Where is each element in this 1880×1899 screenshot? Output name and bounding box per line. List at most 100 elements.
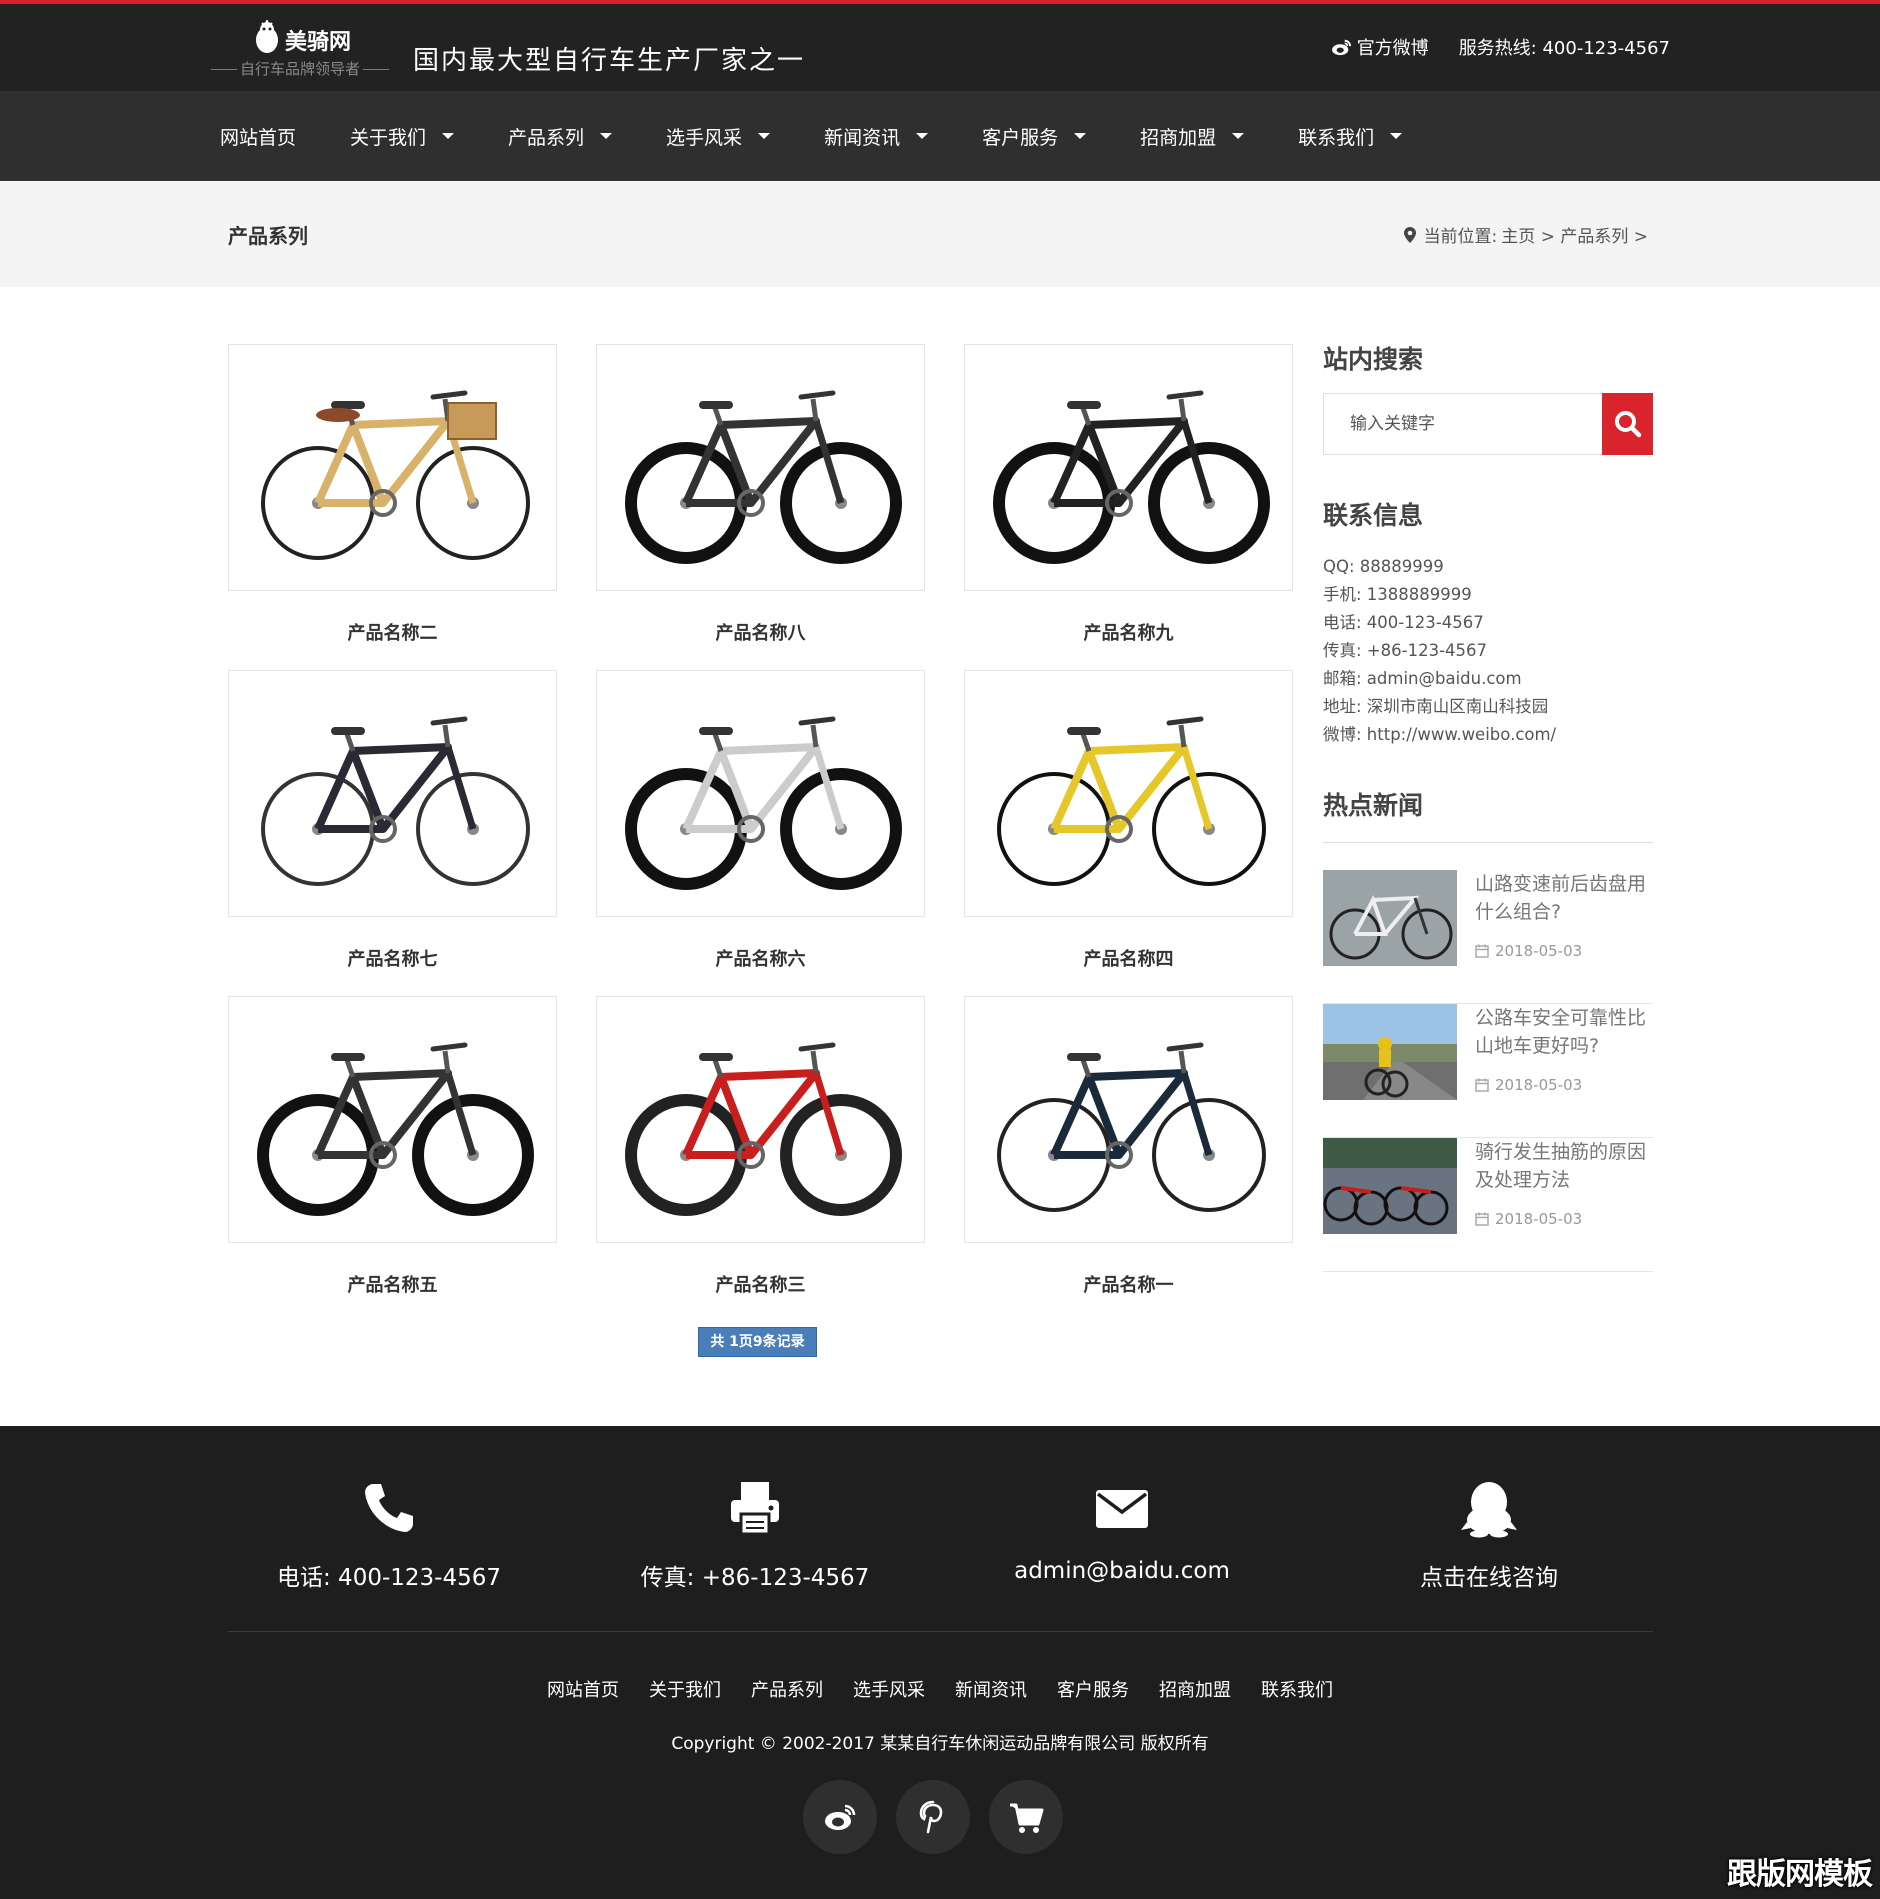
caret-down-icon bbox=[758, 133, 771, 139]
search-input[interactable] bbox=[1324, 394, 1604, 454]
footer-nav-link[interactable]: 产品系列 bbox=[751, 1676, 823, 1702]
product-image[interactable] bbox=[228, 344, 557, 591]
product-name[interactable]: 产品名称九 bbox=[964, 619, 1293, 645]
footer-nav-link[interactable]: 选手风采 bbox=[853, 1676, 925, 1702]
nav-item-label: 关于我们 bbox=[350, 126, 427, 149]
product-image[interactable] bbox=[228, 996, 557, 1243]
nav-item-1[interactable]: 关于我们 bbox=[350, 123, 455, 150]
footer-contact-item[interactable]: 点击在线咨询 bbox=[1339, 1478, 1639, 1592]
nav-item-4[interactable]: 新闻资讯 bbox=[824, 123, 929, 150]
product-name[interactable]: 产品名称一 bbox=[964, 1271, 1293, 1297]
caret-down-icon bbox=[600, 133, 613, 139]
caret-down-icon bbox=[1232, 133, 1245, 139]
news-item[interactable]: 山路变速前后齿盘用什么组合? 2018-05-03 bbox=[1323, 870, 1653, 1004]
search-button[interactable] bbox=[1602, 393, 1653, 455]
product-card[interactable]: 产品名称九 bbox=[964, 344, 1293, 645]
product-card[interactable]: 产品名称五 bbox=[228, 996, 557, 1297]
nav-item-0[interactable]: 网站首页 bbox=[220, 123, 296, 150]
calendar-icon bbox=[1475, 1078, 1489, 1092]
page-title-bar: 产品系列 当前位置: 主页 > 产品系列 > bbox=[0, 181, 1880, 287]
product-image[interactable] bbox=[596, 996, 925, 1243]
caret-down-icon bbox=[1390, 133, 1403, 139]
contact-line: 微博: http://www.weibo.com/ bbox=[1323, 725, 1557, 744]
product-image[interactable] bbox=[964, 996, 1293, 1243]
top-right-links: 官方微博 服务热线: 400-123-4567 bbox=[1331, 34, 1670, 60]
product-name[interactable]: 产品名称六 bbox=[596, 945, 925, 971]
social-button[interactable] bbox=[803, 1780, 877, 1854]
news-thumbnail-image bbox=[1323, 870, 1457, 966]
footer-contact-text: 点击在线咨询 bbox=[1420, 1565, 1558, 1591]
site-search bbox=[1323, 393, 1653, 455]
product-card[interactable]: 产品名称三 bbox=[596, 996, 925, 1297]
product-image[interactable] bbox=[596, 344, 925, 591]
nav-item-2[interactable]: 产品系列 bbox=[508, 123, 613, 150]
footer-nav-link[interactable]: 客户服务 bbox=[1057, 1676, 1129, 1702]
service-hotline: 服务热线: 400-123-4567 bbox=[1458, 38, 1670, 59]
footer-nav-link[interactable]: 关于我们 bbox=[649, 1676, 721, 1702]
product-card[interactable]: 产品名称七 bbox=[228, 670, 557, 971]
footer-nav: 网站首页 关于我们 产品系列 选手风采 新闻资讯 客户服务 招商加盟 联系我们 bbox=[0, 1676, 1880, 1702]
weibo-icon bbox=[825, 1804, 856, 1830]
nav-item-label: 客户服务 bbox=[982, 126, 1059, 149]
footer-nav-link[interactable]: 招商加盟 bbox=[1159, 1676, 1231, 1702]
pagination-summary[interactable]: 共 1页9条记录 bbox=[698, 1327, 817, 1357]
product-card[interactable]: 产品名称六 bbox=[596, 670, 925, 971]
footer-contact-item: 传真: +86-123-4567 bbox=[605, 1478, 905, 1592]
breadcrumb-path[interactable]: 主页 > 产品系列 > bbox=[1501, 222, 1648, 247]
product-card[interactable]: 产品名称八 bbox=[596, 344, 925, 645]
product-name[interactable]: 产品名称三 bbox=[596, 1271, 925, 1297]
product-name[interactable]: 产品名称二 bbox=[228, 619, 557, 645]
mountain-bike-image bbox=[992, 390, 1270, 564]
road-bike-image bbox=[260, 716, 530, 886]
footer-nav-link[interactable]: 联系我们 bbox=[1261, 1676, 1333, 1702]
product-name[interactable]: 产品名称四 bbox=[964, 945, 1293, 971]
news-title[interactable]: 公路车安全可靠性比山地车更好吗? bbox=[1475, 1004, 1655, 1060]
mail-icon bbox=[1096, 1490, 1148, 1528]
news-title[interactable]: 骑行发生抽筋的原因及处理方法 bbox=[1475, 1138, 1655, 1194]
logo-slogan: 自行车品牌领导者 bbox=[208, 58, 392, 79]
mountain-bike-image bbox=[624, 390, 902, 564]
news-date-text: 2018-05-03 bbox=[1495, 942, 1583, 960]
search-icon bbox=[1614, 411, 1641, 438]
cart-icon bbox=[1010, 1803, 1044, 1833]
product-name[interactable]: 产品名称八 bbox=[596, 619, 925, 645]
product-card[interactable]: 产品名称一 bbox=[964, 996, 1293, 1297]
product-image[interactable] bbox=[596, 670, 925, 917]
road-bike-image bbox=[996, 1042, 1266, 1212]
nav-item-label: 选手风采 bbox=[666, 126, 743, 149]
weibo-label: 官方微博 bbox=[1356, 38, 1429, 59]
product-image[interactable] bbox=[964, 670, 1293, 917]
news-date: 2018-05-03 bbox=[1475, 1076, 1582, 1094]
news-title[interactable]: 山路变速前后齿盘用什么组合? bbox=[1475, 870, 1655, 926]
news-item[interactable]: 公路车安全可靠性比山地车更好吗? 2018-05-03 bbox=[1323, 1004, 1653, 1138]
nav-item-7[interactable]: 联系我们 bbox=[1298, 123, 1403, 150]
social-button[interactable] bbox=[989, 1780, 1063, 1854]
product-card[interactable]: 产品名称四 bbox=[964, 670, 1293, 971]
product-name[interactable]: 产品名称七 bbox=[228, 945, 557, 971]
site-tagline: 国内最大型自行车生产厂家之一 bbox=[413, 46, 806, 76]
product-name[interactable]: 产品名称五 bbox=[228, 1271, 557, 1297]
search-heading: 站内搜索 bbox=[1323, 345, 1424, 374]
nav-item-3[interactable]: 选手风采 bbox=[666, 123, 771, 150]
footer-nav-link[interactable]: 网站首页 bbox=[547, 1676, 619, 1702]
site-logo[interactable]: 美骑网 自行车品牌领导者 bbox=[208, 18, 403, 78]
calendar-icon bbox=[1475, 944, 1489, 958]
social-button[interactable] bbox=[896, 1780, 970, 1854]
nav-item-6[interactable]: 招商加盟 bbox=[1140, 123, 1245, 150]
news-item[interactable]: 骑行发生抽筋的原因及处理方法 2018-05-03 bbox=[1323, 1138, 1653, 1272]
official-weibo-link[interactable]: 官方微博 bbox=[1331, 34, 1429, 60]
footer-divider bbox=[228, 1631, 1653, 1632]
nav-item-5[interactable]: 客户服务 bbox=[982, 123, 1087, 150]
nav-item-label: 网站首页 bbox=[220, 126, 297, 149]
product-image[interactable] bbox=[228, 670, 557, 917]
nav-item-label: 联系我们 bbox=[1298, 126, 1375, 149]
footer-nav-link[interactable]: 新闻资讯 bbox=[955, 1676, 1027, 1702]
product-card[interactable]: 产品名称二 bbox=[228, 344, 557, 645]
footer-contact-text: 电话: 400-123-4567 bbox=[277, 1565, 501, 1591]
contact-line: QQ: 88889999 bbox=[1323, 557, 1444, 576]
product-image[interactable] bbox=[964, 344, 1293, 591]
nav-item-label: 产品系列 bbox=[508, 126, 585, 149]
caret-down-icon bbox=[916, 133, 929, 139]
city-bike-basket-image bbox=[260, 390, 530, 560]
contact-heading: 联系信息 bbox=[1323, 501, 1424, 530]
